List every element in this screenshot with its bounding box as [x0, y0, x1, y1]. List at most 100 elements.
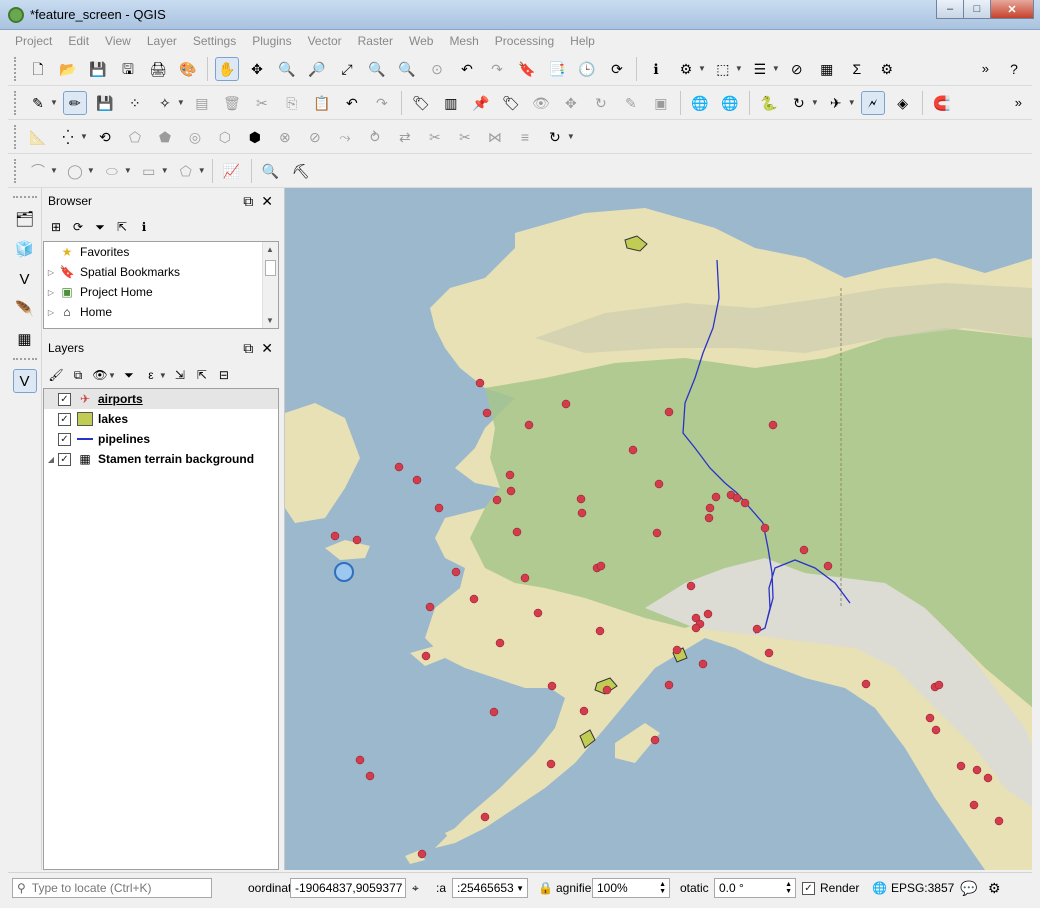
- data-source-manager-icon[interactable]: 🗂: [13, 207, 37, 231]
- help-icon[interactable]: ?: [1002, 57, 1026, 81]
- browser-tree[interactable]: ★ Favorites ▷ 🔖 Spatial Bookmarks ▷ ▣ Pr…: [43, 241, 279, 329]
- chevron-down-icon[interactable]: ▼: [50, 166, 58, 175]
- open-project-icon[interactable]: 📂: [56, 57, 80, 81]
- toolbar-grip[interactable]: [12, 196, 37, 200]
- manage-visibility-icon[interactable]: 👁: [91, 366, 109, 384]
- coordinate-field[interactable]: -19064837,9059377: [290, 878, 406, 898]
- new-virtual-layer-icon[interactable]: V: [12, 369, 37, 393]
- highlight-pinned-labels-icon[interactable]: 🏷: [499, 91, 523, 115]
- layer-row-pipelines[interactable]: ✓ pipelines: [44, 429, 278, 449]
- layers-plugin-icon[interactable]: ◈: [891, 91, 915, 115]
- delete-selected-icon[interactable]: 🗑: [220, 91, 244, 115]
- collapse-all-icon[interactable]: ⇱: [113, 218, 131, 236]
- layer-visibility-checkbox[interactable]: ✓: [58, 432, 71, 446]
- add-circular-string-icon[interactable]: ⌒: [26, 159, 50, 183]
- menu-layer[interactable]: Layer: [140, 34, 186, 48]
- properties-icon[interactable]: ℹ: [135, 218, 153, 236]
- menu-web[interactable]: Web: [402, 34, 442, 48]
- new-bookmark-icon[interactable]: 🔖: [515, 57, 539, 81]
- cad-tools-icon[interactable]: 📐: [26, 125, 50, 149]
- vertex-tool-icon[interactable]: ✧: [153, 91, 177, 115]
- collapse-all-icon[interactable]: ⇱: [193, 366, 211, 384]
- chevron-down-icon[interactable]: ▼: [811, 98, 819, 107]
- select-features-icon[interactable]: ⬚: [711, 57, 735, 81]
- scroll-thumb[interactable]: [265, 260, 276, 276]
- undock-icon[interactable]: ⧉: [243, 340, 253, 357]
- save-as-icon[interactable]: 🖫: [116, 57, 140, 81]
- remove-layer-icon[interactable]: ⊟: [215, 366, 233, 384]
- browser-scrollbar[interactable]: ▲ ▼: [262, 242, 278, 328]
- chevron-down-icon[interactable]: ▼: [108, 371, 116, 380]
- chevron-down-icon[interactable]: ▼: [848, 98, 856, 107]
- chevron-down-icon[interactable]: ▼: [161, 166, 169, 175]
- browser-item-home[interactable]: ▷ ⌂ Home: [44, 302, 278, 322]
- scroll-down-icon[interactable]: ▼: [266, 316, 274, 325]
- add-ellipse-icon[interactable]: ⬭: [100, 159, 124, 183]
- chevron-down-icon[interactable]: ▼: [177, 98, 185, 107]
- zoom-out-icon[interactable]: 🔎: [305, 57, 329, 81]
- toolbar-grip[interactable]: [14, 90, 18, 115]
- toolbar-overflow-icon[interactable]: »: [982, 61, 989, 76]
- move-feature-icon[interactable]: ⁛: [56, 125, 80, 149]
- save-edits-icon[interactable]: 💾: [93, 91, 117, 115]
- toolbox-icon[interactable]: ⚙: [875, 57, 899, 81]
- modify-attributes-icon[interactable]: ▤: [190, 91, 214, 115]
- rotate-feature-icon[interactable]: ⟲: [93, 125, 117, 149]
- layer-row-stamen-terrain[interactable]: ◢ ✓ ▦ Stamen terrain background: [44, 449, 278, 469]
- zoom-to-selection-icon[interactable]: 🔍: [365, 57, 389, 81]
- refresh-icon[interactable]: ⟳: [69, 218, 87, 236]
- rotation-spinbox[interactable]: 0.0 ° ▲ ▼: [714, 878, 796, 898]
- add-rectangle-icon[interactable]: ▭: [137, 159, 161, 183]
- expand-arrow-icon[interactable]: ▷: [44, 268, 58, 277]
- menu-settings[interactable]: Settings: [186, 34, 245, 48]
- split-features-icon[interactable]: ✂: [423, 125, 447, 149]
- chevron-down-icon[interactable]: ▼: [772, 64, 780, 73]
- delete-part-icon[interactable]: ⊘: [303, 125, 327, 149]
- save-project-icon[interactable]: 💾: [86, 57, 110, 81]
- layer-row-lakes[interactable]: ✓ lakes: [44, 409, 278, 429]
- change-label-icon[interactable]: ✎: [619, 91, 643, 115]
- zoom-last-icon[interactable]: ↶: [455, 57, 479, 81]
- custom-tool-icon[interactable]: ⛏: [289, 159, 313, 183]
- coordinate-toggle-icon[interactable]: ⌖: [412, 878, 419, 898]
- statistics-icon[interactable]: Σ: [845, 57, 869, 81]
- scale-combobox[interactable]: :25465653 ▼: [452, 878, 528, 898]
- cut-features-icon[interactable]: ✂: [250, 91, 274, 115]
- map-render[interactable]: [285, 188, 1032, 870]
- layer-row-airports[interactable]: ✓ ✈ airports: [44, 389, 278, 409]
- menu-mesh[interactable]: Mesh: [442, 34, 487, 48]
- print-layout-icon[interactable]: 🖨: [146, 57, 170, 81]
- add-vector-layer-icon[interactable]: 🧊: [13, 237, 37, 261]
- add-point-feature-icon[interactable]: ⁘: [123, 91, 147, 115]
- chevron-down-icon[interactable]: ▼: [735, 64, 743, 73]
- merge-attributes-icon[interactable]: ≡: [513, 125, 537, 149]
- layer-visibility-checkbox[interactable]: ✓: [58, 392, 71, 406]
- add-mesh-layer-icon[interactable]: ▦: [13, 327, 37, 351]
- temporal-icon[interactable]: 🕒: [575, 57, 599, 81]
- offset-curve-icon[interactable]: ⥁: [363, 125, 387, 149]
- deselect-all-icon[interactable]: ⊘: [785, 57, 809, 81]
- menu-view[interactable]: View: [98, 34, 140, 48]
- run-action-icon[interactable]: ⚙: [674, 57, 698, 81]
- menu-raster[interactable]: Raster: [351, 34, 402, 48]
- toolbar-grip[interactable]: [12, 358, 37, 362]
- reverse-line-icon[interactable]: ⇄: [393, 125, 417, 149]
- zoom-in-icon[interactable]: 🔍: [275, 57, 299, 81]
- browser-item-project-home[interactable]: ▷ ▣ Project Home: [44, 282, 278, 302]
- zoom-native-icon[interactable]: ⊙: [425, 57, 449, 81]
- style-panel-icon[interactable]: 🖌: [47, 366, 65, 384]
- add-wms-layer-icon[interactable]: 🌐: [688, 91, 712, 115]
- scroll-up-icon[interactable]: ▲: [266, 245, 274, 254]
- pin-labels-icon[interactable]: 📌: [469, 91, 493, 115]
- render-check-icon[interactable]: ✓: [802, 881, 815, 895]
- zoom-to-layer-icon[interactable]: 🔍: [395, 57, 419, 81]
- spin-arrows-icon[interactable]: ▲ ▼: [785, 881, 792, 895]
- toolbar-grip[interactable]: [14, 158, 18, 183]
- menu-edit[interactable]: Edit: [61, 34, 98, 48]
- close-button[interactable]: ✕: [990, 0, 1034, 19]
- chevron-down-icon[interactable]: ▼: [50, 98, 58, 107]
- plugin-reloader-icon[interactable]: ↻: [787, 91, 811, 115]
- zoom-full-icon[interactable]: ⤢: [335, 57, 359, 81]
- add-selected-layers-icon[interactable]: ⊞: [47, 218, 65, 236]
- label-options-icon[interactable]: ▣: [649, 91, 673, 115]
